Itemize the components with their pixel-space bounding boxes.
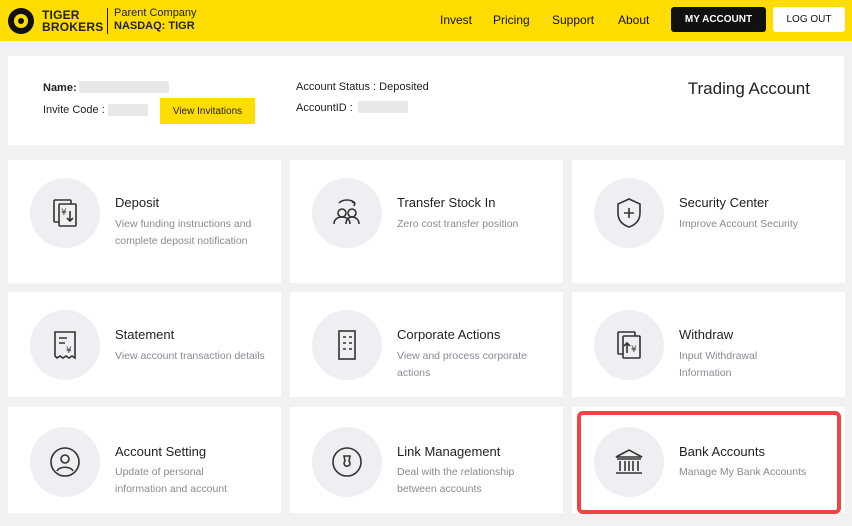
card-corporate-actions[interactable]: Corporate Actions View and process corpo… — [290, 292, 563, 397]
card-statement[interactable]: ¥ Statement View account transaction det… — [8, 292, 281, 397]
nav-pricing[interactable]: Pricing — [493, 13, 530, 27]
logo[interactable]: TIGER BROKERS — [8, 8, 103, 34]
parent-label: Parent Company — [114, 7, 197, 19]
link-icon — [332, 447, 362, 477]
card-desc: View and process corporate actions — [397, 350, 527, 379]
card-title: Statement — [115, 327, 175, 342]
card-title: Account Setting — [115, 444, 207, 459]
card-desc: Update of personal information and accou… — [115, 466, 228, 495]
card-title: Deposit — [115, 195, 160, 210]
brand-divider — [107, 8, 108, 34]
card-security-center[interactable]: Security Center Improve Account Security — [572, 160, 845, 283]
highlight-box — [577, 411, 841, 514]
card-desc: View funding instructions and complete d… — [115, 218, 252, 247]
ticker: NASDAQ: TIGR — [114, 20, 195, 32]
card-transfer-stock-in[interactable]: Transfer Stock In Zero cost transfer pos… — [290, 160, 563, 283]
logout-button[interactable]: LOG OUT — [773, 7, 845, 32]
nav-invest[interactable]: Invest — [440, 13, 472, 27]
svg-text:¥: ¥ — [61, 208, 67, 218]
card-desc: Zero cost transfer position — [397, 218, 519, 230]
transfer-icon — [333, 199, 360, 225]
card-title: Link Management — [397, 444, 501, 459]
card-withdraw[interactable]: ¥ Withdraw Input Withdrawal Information — [572, 292, 845, 397]
top-bar: TIGER BROKERS Parent Company NASDAQ: TIG… — [0, 0, 852, 41]
account-status: Account Status : Deposited — [296, 81, 429, 93]
tiger-logo-icon — [8, 8, 34, 34]
name-label: Name: — [43, 82, 77, 94]
nav-about[interactable]: About — [618, 13, 649, 27]
card-title: Transfer Stock In — [397, 195, 496, 210]
card-title: Corporate Actions — [397, 327, 501, 342]
account-info-panel: Name: Invite Code : View Invitations Acc… — [8, 56, 844, 145]
nav-support[interactable]: Support — [552, 13, 594, 27]
view-invitations-button[interactable]: View Invitations — [160, 98, 255, 124]
svg-text:¥: ¥ — [66, 346, 72, 356]
account-id-label: AccountID : — [296, 102, 353, 114]
shield-icon — [617, 198, 641, 228]
parent-company: Parent Company NASDAQ: TIGR — [114, 7, 197, 33]
card-desc: Deal with the relationship between accou… — [397, 466, 515, 495]
card-desc: Improve Account Security — [679, 218, 799, 230]
withdraw-icon: ¥ — [617, 331, 641, 359]
invite-code-label: Invite Code : — [43, 104, 105, 116]
svg-text:¥: ¥ — [631, 345, 637, 355]
name-value-redacted — [79, 81, 169, 93]
brand-line-2: BROKERS — [42, 20, 104, 34]
user-icon — [50, 447, 80, 477]
invite-code-redacted — [108, 104, 148, 116]
my-account-button[interactable]: MY ACCOUNT — [671, 7, 766, 32]
card-title: Withdraw — [679, 327, 734, 342]
card-title: Security Center — [679, 195, 769, 210]
trading-account-title: Trading Account — [687, 79, 810, 98]
building-icon — [338, 330, 356, 360]
card-deposit[interactable]: ¥ Deposit View funding instructions and … — [8, 160, 281, 283]
statement-icon: ¥ — [54, 331, 76, 360]
card-desc: Input Withdrawal Information — [679, 350, 758, 379]
card-account-setting[interactable]: Account Setting Update of personal infor… — [8, 407, 281, 513]
card-desc: View account transaction details — [115, 350, 265, 362]
card-link-management[interactable]: Link Management Deal with the relationsh… — [290, 407, 563, 513]
deposit-icon: ¥ — [53, 199, 77, 227]
account-id-redacted — [358, 101, 408, 113]
